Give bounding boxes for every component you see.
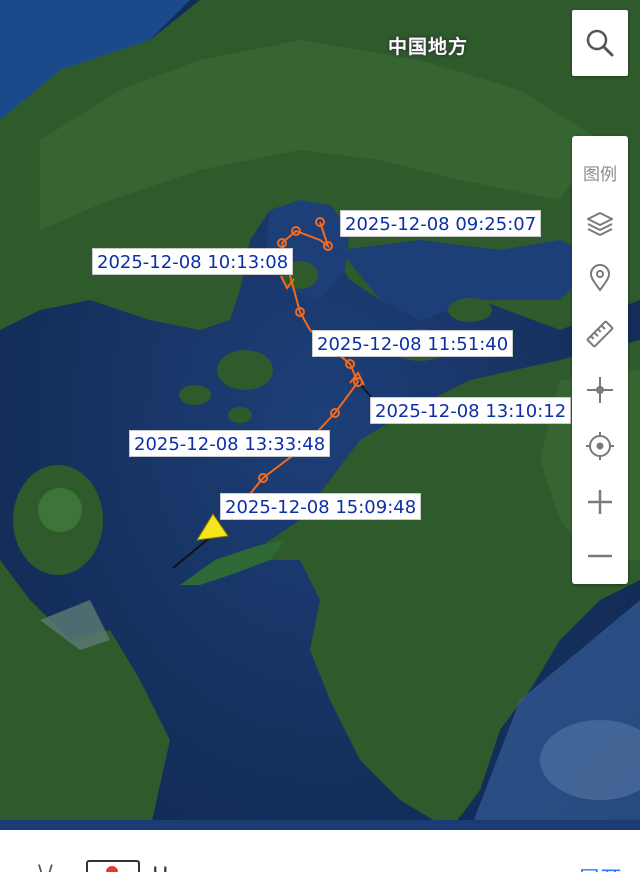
track-time-label[interactable]: 2025-12-08 13:33:48: [129, 430, 331, 457]
expand-button[interactable]: 展开: [578, 862, 622, 872]
ruler-icon: [586, 320, 614, 348]
region-label: 中国地方: [388, 36, 469, 58]
collapse-chevron-icon[interactable]: \/: [38, 862, 53, 872]
center-button[interactable]: [572, 362, 628, 418]
heading-line: [172, 534, 214, 569]
location-pin-button[interactable]: [572, 250, 628, 306]
bottom-panel: \/ H 展开: [0, 830, 640, 872]
map-toolbar: 图例: [572, 136, 628, 584]
track-time-label[interactable]: 2025-12-08 15:09:48: [220, 493, 422, 520]
zoom-out-icon: [588, 554, 612, 558]
location-pin-icon: [589, 264, 611, 292]
locate-target-icon: [586, 432, 614, 460]
search-icon: [586, 29, 614, 57]
track-time-label[interactable]: 2025-12-08 11:51:40: [312, 330, 514, 357]
layers-icon: [587, 212, 613, 236]
track-time-label[interactable]: 2025-12-08 13:10:12: [370, 397, 572, 424]
track-time-label[interactable]: 2025-12-08 10:13:08: [92, 248, 294, 275]
locate-button[interactable]: [572, 418, 628, 474]
zoom-out-button[interactable]: [572, 528, 628, 584]
zoom-in-button[interactable]: [572, 474, 628, 530]
center-crosshair-icon: [587, 377, 613, 403]
vessel-flag-icon: [86, 860, 140, 872]
satellite-map[interactable]: 中国地方 2025-12-08 09:25:07 2025-12-08 10:1…: [0, 0, 640, 830]
legend-button[interactable]: 图例: [572, 144, 628, 200]
search-button[interactable]: [572, 10, 628, 76]
layers-button[interactable]: [572, 196, 628, 252]
track-time-label[interactable]: 2025-12-08 09:25:07: [340, 210, 542, 237]
zoom-in-icon: [588, 490, 612, 514]
vessel-name: H: [152, 864, 169, 872]
ruler-button[interactable]: [572, 306, 628, 362]
